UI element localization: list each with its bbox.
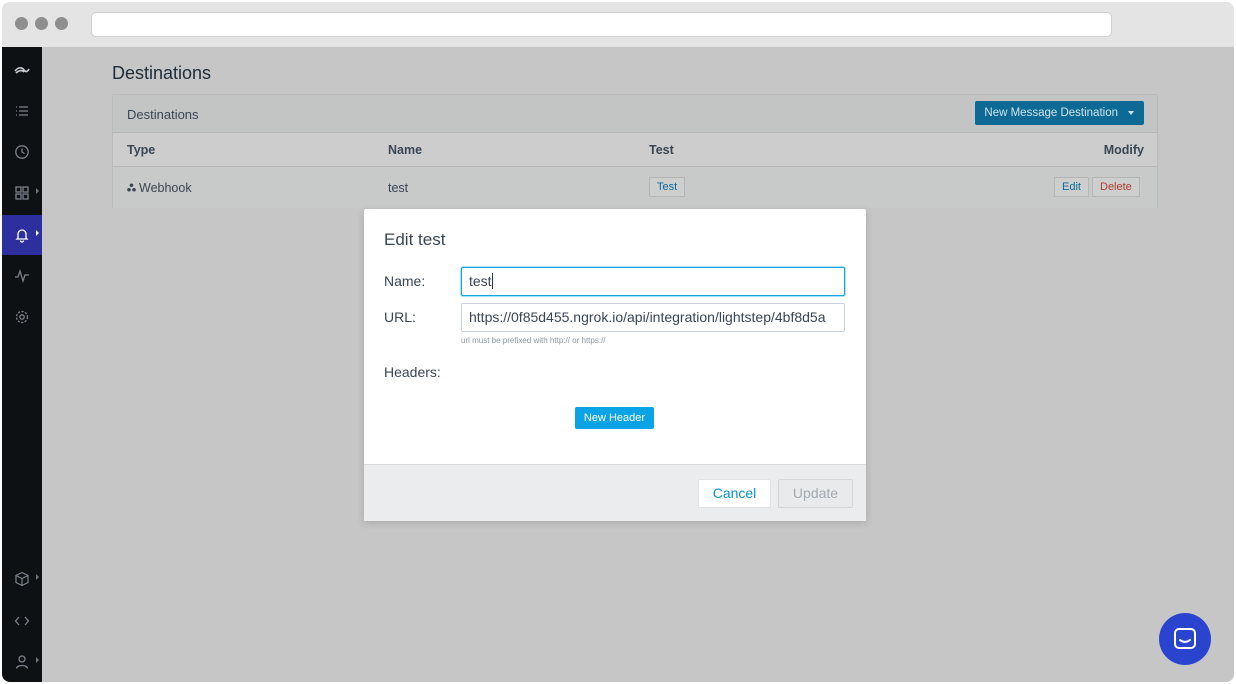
- column-header-modify: Modify: [1103, 143, 1144, 157]
- user-icon[interactable]: [2, 642, 42, 682]
- logo-icon[interactable]: [2, 50, 42, 90]
- chat-icon: [1174, 628, 1196, 649]
- edit-destination-modal: Edit test Name: test URL: https://0f85d4…: [364, 209, 866, 521]
- destination-type-label: Webhook: [139, 181, 192, 195]
- panel-title: Destinations: [127, 107, 199, 122]
- url-field[interactable]: https://0f85d455.ngrok.io/api/integratio…: [461, 303, 845, 332]
- new-message-destination-label: New Message Destination: [984, 107, 1118, 119]
- column-header-type: Type: [127, 143, 156, 157]
- activity-pulse-icon[interactable]: [2, 256, 42, 296]
- alerts-bell-icon[interactable]: [2, 215, 42, 255]
- modal-title: Edit test: [384, 230, 446, 249]
- caret-down-icon: [1128, 111, 1134, 115]
- package-box-icon[interactable]: [2, 559, 42, 599]
- sidebar: [2, 47, 42, 682]
- panel-header: Destinations New Message Destination: [113, 95, 1157, 133]
- maximize-window-icon[interactable]: [55, 17, 68, 30]
- column-header-test: Test: [649, 143, 674, 157]
- modal-footer: Cancel Update: [364, 464, 866, 521]
- table-row: Webhook test Test Edit Delete: [113, 166, 1157, 208]
- minimize-window-icon[interactable]: [35, 17, 48, 30]
- page-title: Destinations: [112, 63, 212, 83]
- browser-titlebar: [2, 2, 1234, 47]
- name-label: Name:: [384, 273, 426, 289]
- new-header-button[interactable]: New Header: [575, 407, 654, 429]
- destination-type-cell: Webhook: [127, 181, 192, 195]
- destination-name-cell: test: [388, 181, 409, 195]
- chevron-right-icon: [36, 188, 39, 194]
- chevron-right-icon: [36, 230, 39, 236]
- name-field-value: test: [469, 273, 492, 289]
- column-header-name: Name: [388, 143, 423, 157]
- delete-destination-button[interactable]: Delete: [1092, 177, 1140, 197]
- test-destination-button[interactable]: Test: [649, 177, 686, 197]
- chat-launcher-button[interactable]: [1159, 613, 1211, 665]
- destinations-panel: Destinations New Message Destination Typ…: [112, 94, 1158, 208]
- list-icon[interactable]: [2, 91, 42, 131]
- address-bar[interactable]: [91, 12, 1112, 37]
- headers-label: Headers:: [384, 364, 441, 380]
- url-label: URL:: [384, 309, 416, 325]
- clock-icon[interactable]: [2, 132, 42, 172]
- webhook-icon: [127, 183, 136, 192]
- settings-gear-icon[interactable]: [2, 297, 42, 337]
- chevron-right-icon: [36, 657, 39, 663]
- dashboard-grid-icon[interactable]: [2, 173, 42, 213]
- code-icon[interactable]: [2, 601, 42, 641]
- cancel-button[interactable]: Cancel: [698, 479, 771, 508]
- text-cursor: [491, 273, 493, 289]
- chevron-right-icon: [36, 574, 39, 580]
- url-hint: url must be prefixed with http:// or htt…: [461, 336, 606, 345]
- name-field[interactable]: test: [461, 267, 845, 296]
- new-message-destination-button[interactable]: New Message Destination: [975, 101, 1144, 125]
- close-window-icon[interactable]: [15, 17, 28, 30]
- update-button[interactable]: Update: [778, 479, 853, 508]
- edit-destination-button[interactable]: Edit: [1054, 177, 1089, 197]
